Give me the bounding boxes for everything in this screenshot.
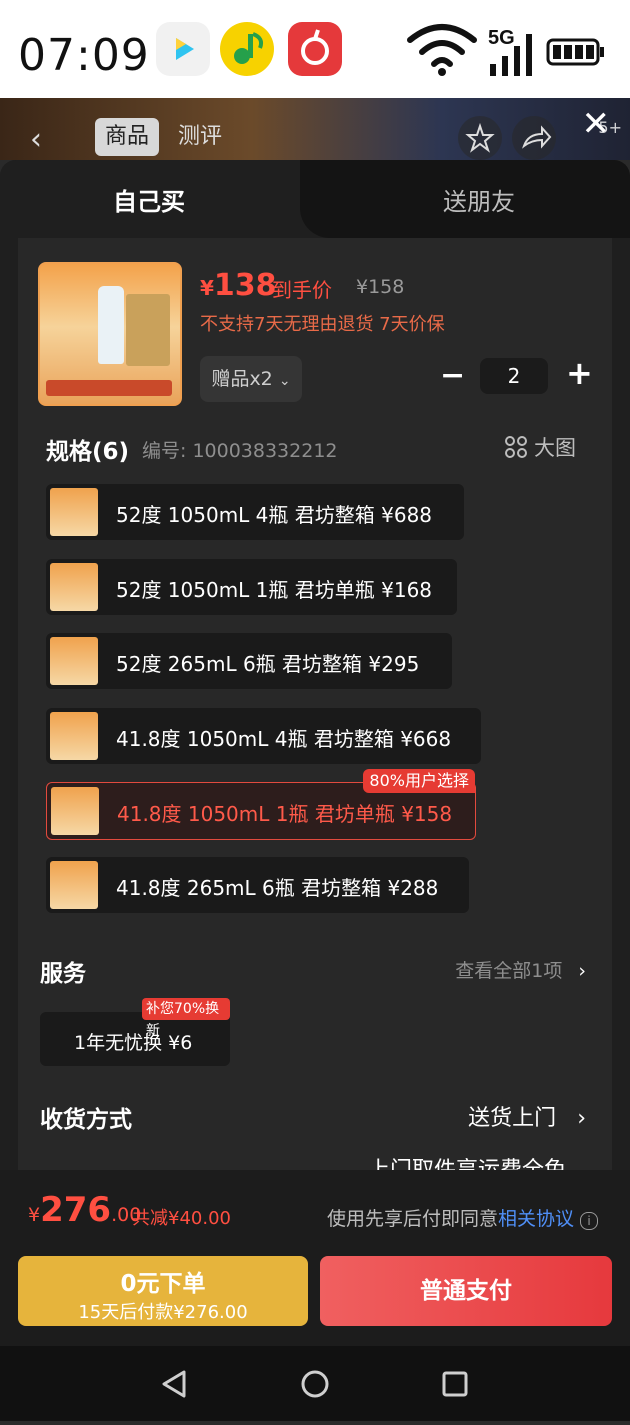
product-code: 编号: 100038332212 [142,440,338,462]
wifi-icon [407,24,477,67]
spec-thumbnail [50,563,98,611]
tab-buy-self[interactable]: 自己买 [0,160,320,238]
quantity-plus-button[interactable]: + [566,354,593,392]
spec-option-5-selected[interactable]: 41.8度 1050mL 1瓶 君坊单瓶 ¥158 80%用户选择 [46,769,476,840]
recents-nav-icon [442,1371,468,1397]
purchase-sheet: 自己买 送朋友 ¥138 到手价 ¥158 不支持7天无理由退货 7天价保 赠品… [0,160,630,1170]
spec-option-label: 52度 1050mL 1瓶 君坊单瓶 ¥168 [116,578,433,602]
agreement-link[interactable]: 相关协议 [498,1208,574,1230]
video-app-icon [156,22,210,76]
back-icon[interactable]: ‹ [30,122,42,157]
service-title: 服务 [40,961,86,987]
netease-music-app-icon [288,22,342,76]
message-count-badge: 5+ [598,118,622,137]
home-nav-icon [301,1370,329,1398]
agreement-text: 使用先享后付即同意相关协议 i [327,1204,598,1231]
music-app-icon [220,22,274,76]
spec-option-6[interactable]: 41.8度 265mL 6瓶 君坊整箱 ¥288 [46,857,469,913]
spec-option-label: 41.8度 1050mL 4瓶 君坊整箱 ¥668 [116,727,452,751]
tab-send-friend[interactable]: 送朋友 [300,160,630,238]
current-price: ¥138 [200,268,277,303]
tab-send-friend-label: 送朋友 [443,188,515,216]
view-all-label: 查看全部1项 [455,960,563,982]
status-bar: 07:09 5G [0,0,630,98]
spec-option-2[interactable]: 52度 1050mL 1瓶 君坊单瓶 ¥168 [46,559,457,615]
shipping-note: 上门取件享运费全免 [368,1152,566,1170]
shipping-title: 收货方式 [40,1107,132,1133]
original-price: ¥158 [356,276,405,298]
service-option[interactable]: 1年无忧换 ¥6 补您70%换新 [40,998,230,1066]
service-option-label: 1年无忧换 ¥6 [74,1032,193,1054]
spec-thumbnail [51,787,99,835]
total-discount: 共减¥40.00 [132,1208,231,1229]
spec-thumbnail [50,488,98,536]
return-policy-note: 不支持7天无理由退货 7天价保 [200,314,445,335]
status-icons: 5G [407,24,604,76]
big-image-label: 大图 [534,436,576,460]
popular-choice-badge: 80%用户选择 [363,769,475,793]
view-all-services[interactable]: 查看全部1项 › [455,956,586,983]
total-price: ¥276.00 [28,1190,142,1230]
pay-later-subtitle: 15天后付款¥276.00 [78,1302,248,1323]
spec-option-3[interactable]: 52度 265mL 6瓶 君坊整箱 ¥295 [46,633,452,689]
favorite-icon[interactable] [458,116,502,160]
box-graphic [126,294,170,366]
final-price-tag: 到手价 [272,278,332,302]
spec-option-1[interactable]: 52度 1050mL 4瓶 君坊整箱 ¥688 [46,484,464,540]
tab-review[interactable]: 测评 [168,118,232,156]
big-image-toggle[interactable]: 大图 [504,432,576,462]
spec-option-label: 41.8度 1050mL 1瓶 君坊单瓶 ¥158 [117,802,453,826]
status-time: 07:09 [18,30,150,81]
promo-band-graphic [46,380,172,396]
tab-product[interactable]: 商品 [95,118,160,156]
spec-option-label: 52度 1050mL 4瓶 君坊整箱 ¥688 [116,503,433,527]
system-navigation-bar [0,1346,630,1421]
spec-thumbnail [50,637,98,685]
checkout-footer: ¥276.00 共减¥40.00 使用先享后付即同意相关协议 i 0元下单 15天… [0,1170,630,1346]
shipping-method-selector[interactable]: 送货上门 › [468,1100,586,1132]
chevron-right-icon: › [577,1106,586,1131]
normal-pay-button[interactable]: 普通支付 [320,1256,612,1326]
sheet-body: ¥138 到手价 ¥158 不支持7天无理由退货 7天价保 赠品x2 ⌄ − 2… [18,238,612,1170]
quantity-minus-button[interactable]: − [440,358,465,393]
bottle-graphic [98,286,124,364]
product-image[interactable] [38,262,182,406]
chevron-down-icon: ⌄ [278,373,291,389]
spec-thumbnail [50,861,98,909]
quantity-input[interactable]: 2 [480,358,548,394]
pay-later-title: 0元下单 [120,1271,206,1297]
spec-title: 规格(6) [46,439,130,465]
spec-option-4[interactable]: 41.8度 1050mL 4瓶 君坊整箱 ¥668 [46,708,481,764]
info-icon[interactable]: i [580,1212,598,1230]
service-badge: 补您70%换新 [142,998,230,1039]
share-icon[interactable] [512,116,556,160]
battery-icon [546,38,604,66]
spec-option-label: 41.8度 265mL 6瓶 君坊整箱 ¥288 [116,876,439,900]
spec-option-label: 52度 265mL 6瓶 君坊整箱 ¥295 [116,652,420,676]
grid-icon [505,436,527,458]
gift-label: 赠品x2 [211,368,273,390]
shipping-method-value: 送货上门 [468,1106,557,1131]
gift-selector[interactable]: 赠品x2 ⌄ [200,356,302,402]
chevron-right-icon: › [578,960,586,982]
tab-buy-self-label: 自己买 [113,188,185,216]
pay-later-button[interactable]: 0元下单 15天后付款¥276.00 [18,1256,308,1326]
spec-thumbnail [50,712,98,760]
back-nav-icon [162,1370,186,1398]
network-5g-label: 5G [488,27,515,49]
